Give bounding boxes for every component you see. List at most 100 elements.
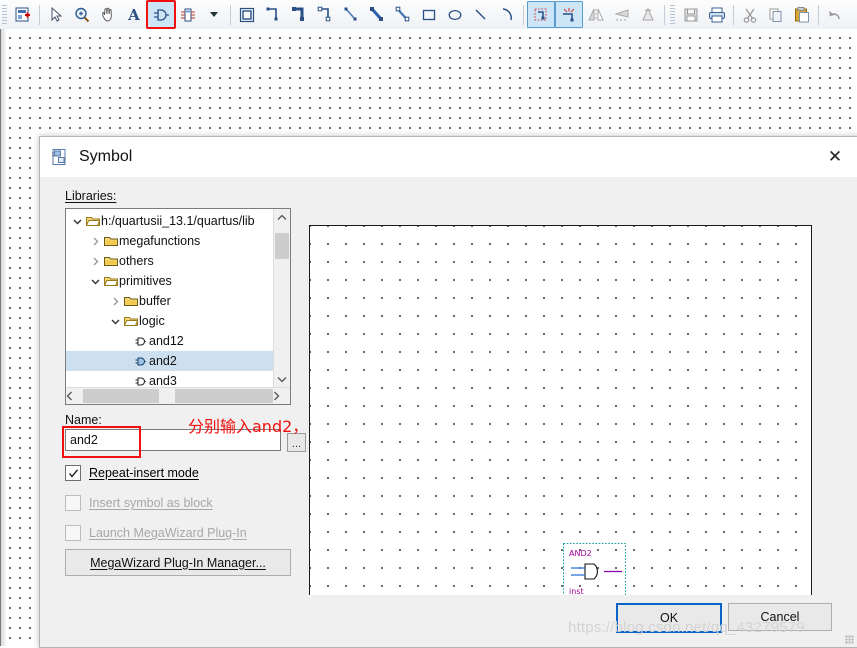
- diagonal-node-line-icon[interactable]: [338, 2, 364, 27]
- scroll-right-icon[interactable]: [273, 391, 290, 401]
- toolbar-separator: [39, 4, 40, 25]
- svg-text:A: A: [127, 6, 140, 24]
- toolbar-separator: [733, 4, 734, 25]
- svg-text:AND2: AND2: [569, 549, 592, 558]
- zoom-icon[interactable]: [69, 2, 95, 27]
- orthogonal-conduit-line-icon[interactable]: [312, 2, 338, 27]
- repeat-insert-mode-checkbox[interactable]: Repeat-insert mode: [65, 465, 199, 481]
- rotate-icon[interactable]: [635, 2, 661, 27]
- checkbox-label: Repeat-insert mode: [89, 466, 199, 480]
- tree-item-and2[interactable]: and2: [66, 351, 274, 371]
- line-icon[interactable]: [468, 2, 494, 27]
- tree-item-primitives[interactable]: primitives: [66, 271, 274, 291]
- tree-hscroll-thumb[interactable]: [159, 389, 175, 403]
- open-folder-icon: [84, 215, 101, 227]
- text-tool-icon[interactable]: A: [121, 2, 147, 27]
- rectangle-icon[interactable]: [416, 2, 442, 27]
- toolbar-separator: [230, 4, 231, 25]
- tree-item-label: buffer: [139, 294, 171, 308]
- open-folder-icon: [122, 315, 139, 327]
- symbol-dialog: Symbol ✕ Libraries: h:/quartusii_13.1/qu…: [39, 136, 857, 648]
- libraries-label: Libraries:: [65, 189, 117, 203]
- flip-vertical-icon[interactable]: [609, 2, 635, 27]
- symbol-tool-icon[interactable]: [146, 0, 176, 29]
- libraries-tree-rows: h:/quartusii_13.1/quartus/lib megafuncti…: [66, 209, 274, 388]
- name-highlight-box: [62, 426, 141, 458]
- tree-item-and12[interactable]: and12: [66, 331, 274, 351]
- diagonal-conduit-line-icon[interactable]: [390, 2, 416, 27]
- checkbox-checked-icon[interactable]: [65, 465, 81, 481]
- undo-icon[interactable]: [822, 2, 848, 27]
- checkbox-label: Launch MegaWizard Plug-In: [89, 526, 247, 540]
- tree-item-label: megafunctions: [119, 234, 201, 248]
- close-icon[interactable]: ✕: [812, 137, 857, 177]
- chevron-down-icon[interactable]: [108, 317, 122, 326]
- tree-item-and3[interactable]: and3: [66, 371, 274, 388]
- partial-line-select-icon[interactable]: [527, 1, 555, 28]
- chevron-right-icon[interactable]: [88, 257, 102, 266]
- tree-item-root[interactable]: h:/quartusii_13.1/quartus/lib: [66, 211, 274, 231]
- arc-icon[interactable]: [494, 2, 520, 27]
- dialog-title-bar: Symbol ✕: [40, 137, 857, 177]
- checkbox-unchecked-icon: [65, 495, 81, 511]
- copy-icon[interactable]: [763, 2, 789, 27]
- tree-item-label: h:/quartusii_13.1/quartus/lib: [101, 214, 255, 228]
- dialog-title: Symbol: [79, 148, 133, 165]
- cut-icon[interactable]: [737, 2, 763, 27]
- resize-grip[interactable]: [845, 635, 854, 644]
- tree-item-others[interactable]: others: [66, 251, 274, 271]
- print-icon[interactable]: [704, 2, 730, 27]
- paste-icon[interactable]: [789, 2, 815, 27]
- tree-horizontal-scrollbar[interactable]: [66, 387, 290, 404]
- rubberbanding-icon[interactable]: [234, 2, 260, 27]
- folder-icon: [122, 295, 139, 307]
- toolbar-separator: [523, 4, 524, 25]
- tree-hscroll-track[interactable]: [83, 389, 273, 403]
- save-icon[interactable]: [678, 2, 704, 27]
- tree-item-label: logic: [139, 314, 165, 328]
- gate-icon: [132, 335, 149, 348]
- checkbox-unchecked-icon: [65, 525, 81, 541]
- node-snap-icon[interactable]: [555, 1, 583, 28]
- chevron-down-icon[interactable]: [70, 217, 84, 226]
- flip-horizontal-icon[interactable]: [583, 2, 609, 27]
- symbol-preview[interactable]: AND2 inst: [309, 225, 812, 638]
- gate-icon: [132, 375, 149, 388]
- chevron-right-icon[interactable]: [108, 297, 122, 306]
- toolbar-grip[interactable]: [2, 4, 7, 25]
- new-schematic-icon[interactable]: [10, 2, 36, 27]
- checkbox-label: Insert symbol as block: [89, 496, 213, 510]
- tree-item-label: and2: [149, 354, 177, 368]
- oval-icon[interactable]: [442, 2, 468, 27]
- hand-pan-icon[interactable]: [95, 2, 121, 27]
- megawizard-plugin-manager-button[interactable]: MegaWizard Plug-In Manager...: [65, 549, 291, 576]
- tree-scroll-thumb[interactable]: [275, 233, 289, 259]
- tree-item-logic[interactable]: logic: [66, 311, 274, 331]
- tree-item-megafunctions[interactable]: megafunctions: [66, 231, 274, 251]
- diagonal-bus-line-icon[interactable]: [364, 2, 390, 27]
- symbol-dialog-icon: [50, 147, 70, 167]
- libraries-tree[interactable]: h:/quartusii_13.1/quartus/lib megafuncti…: [65, 208, 291, 405]
- block-tool-icon[interactable]: [175, 2, 201, 27]
- chevron-right-icon[interactable]: [88, 237, 102, 246]
- preview-symbol: AND2 inst: [563, 543, 629, 601]
- orthogonal-node-line-icon[interactable]: [260, 2, 286, 27]
- tree-vertical-scrollbar[interactable]: [273, 209, 290, 388]
- scroll-left-icon[interactable]: [66, 391, 83, 401]
- folder-icon: [102, 255, 119, 267]
- scroll-up-icon[interactable]: [274, 209, 290, 226]
- toolbar-grip[interactable]: [670, 4, 675, 25]
- select-arrow-icon[interactable]: [43, 2, 69, 27]
- scroll-down-icon[interactable]: [274, 371, 290, 388]
- tree-item-label: and3: [149, 374, 177, 388]
- megawizard-button-label: MegaWizard Plug-In Manager...: [90, 555, 266, 570]
- toolbar-separator: [818, 4, 819, 25]
- preview-grid: [310, 226, 811, 637]
- launch-megawizard-checkbox: Launch MegaWizard Plug-In: [65, 525, 247, 541]
- name-label: Name:: [65, 413, 102, 427]
- block-tool-dropdown-icon[interactable]: [201, 2, 227, 27]
- orthogonal-bus-line-icon[interactable]: [286, 2, 312, 27]
- tree-item-buffer[interactable]: buffer: [66, 291, 274, 311]
- chevron-down-icon[interactable]: [88, 277, 102, 286]
- tree-item-label: and12: [149, 334, 184, 348]
